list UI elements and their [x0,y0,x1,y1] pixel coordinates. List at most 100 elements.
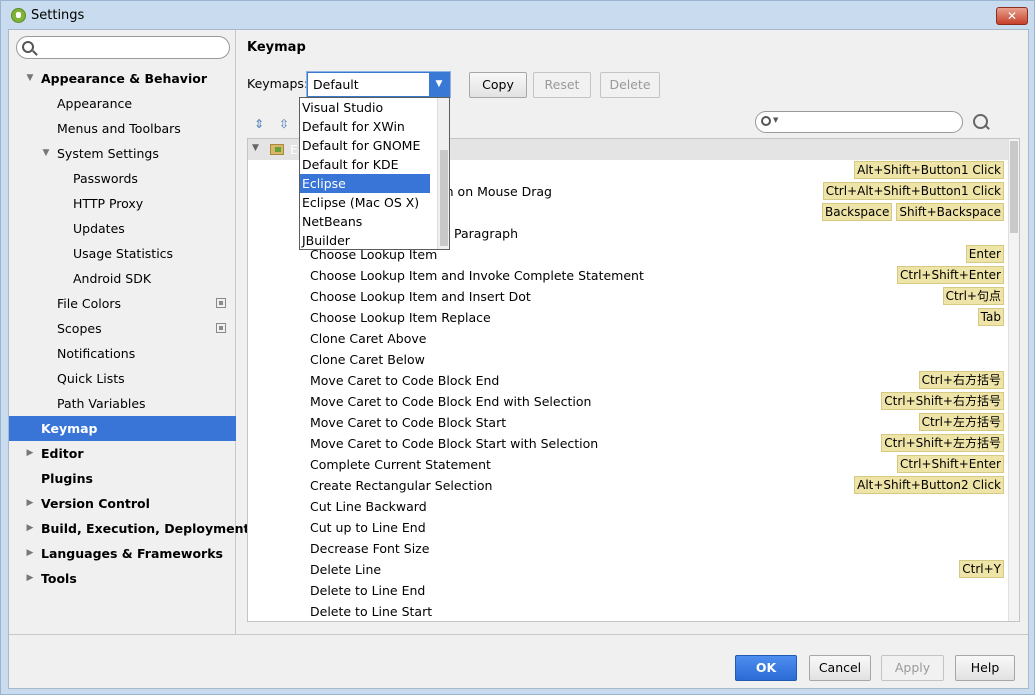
expand-all-icon[interactable]: ⇕ [251,116,267,132]
chevron-right-icon[interactable]: ▶ [24,491,36,516]
settings-search-input[interactable] [16,36,230,59]
shortcut-badge: Ctrl+Shift+左方括号 [881,434,1004,452]
reset-button[interactable]: Reset [533,72,591,98]
action-row[interactable]: Cut Line Backward [248,496,1008,517]
action-row[interactable]: Create Rectangular Selection Alt+Shift+Bu… [248,475,1008,496]
shortcut-badge: Ctrl+Shift+Enter [897,455,1004,473]
shortcut-badge: Ctrl+Y [959,560,1004,578]
action-row[interactable]: Cut up to Line End [248,517,1008,538]
action-row[interactable]: Move Caret to Code Block End with Select… [248,391,1008,412]
sidebar-item-file-colors[interactable]: File Colors [9,291,236,316]
project-scope-icon [216,298,226,308]
action-row[interactable]: Move Caret to Code Block End Ctrl+右方括号 [248,370,1008,391]
sidebar-item-plugins[interactable]: Plugins [9,466,236,491]
cancel-button[interactable]: Cancel [809,655,871,681]
chevron-down-icon[interactable]: ▼ [24,66,36,91]
shortcut-badge: Ctrl+右方括号 [918,371,1004,389]
chevron-right-icon[interactable]: ▶ [24,541,36,566]
action-filter-input[interactable]: ▼ [755,111,963,133]
sidebar-item-label: Path Variables [57,396,146,411]
dropdown-option-netbeans[interactable]: NetBeans [300,212,430,231]
sidebar-item-menus-and-toolbars[interactable]: Menus and Toolbars [9,116,236,141]
sidebar-item-build-execution-deployment[interactable]: ▶ Build, Execution, Deployment [9,516,250,541]
delete-button[interactable]: Delete [600,72,660,98]
sidebar-item-android-sdk[interactable]: Android SDK [9,266,236,291]
sidebar-item-scopes[interactable]: Scopes [9,316,236,341]
sidebar-item-label: File Colors [57,296,122,311]
action-row[interactable]: Complete Current Statement Ctrl+Shift+Ent… [248,454,1008,475]
chevron-down-icon[interactable]: ▼ [40,141,52,166]
sidebar-item-passwords[interactable]: Passwords [9,166,236,191]
window-title: Settings [31,8,85,23]
sidebar-item-quick-lists[interactable]: Quick Lists [9,366,236,391]
dropdown-option-default-for-xwin[interactable]: Default for XWin [300,117,430,136]
help-button[interactable]: Help [955,655,1015,681]
action-row[interactable]: Clone Caret Above [248,328,1008,349]
dropdown-option-default-for-gnome[interactable]: Default for GNOME [300,136,430,155]
shortcut-badge: Alt+Shift+Button2 Click [854,476,1004,494]
close-window-button[interactable]: ✕ [996,7,1028,25]
action-row[interactable]: Choose Lookup Item and Invoke Complete S… [248,265,1008,286]
action-name: Decrease Font Size [310,541,430,556]
sidebar-item-label: Build, Execution, Deployment [41,521,250,536]
keymap-dropdown-list[interactable]: Visual Studio Default for XWin Default for… [299,97,450,250]
shortcut-list: Ctrl+句点 [942,287,1004,305]
action-row[interactable]: Move Caret to Code Block Start Ctrl+左方括号 [248,412,1008,433]
dropdown-option-default-for-kde[interactable]: Default for KDE [300,155,430,174]
dropdown-option-eclipse-mac-os-x[interactable]: Eclipse (Mac OS X) [300,193,430,212]
apply-button[interactable]: Apply [881,655,944,681]
chevron-right-icon[interactable]: ▶ [24,566,36,591]
action-name: Move Caret to Code Block End [310,373,500,388]
action-row[interactable]: Clone Caret Below [248,349,1008,370]
action-row[interactable]: Decrease Font Size [248,538,1008,559]
dropdown-scrollbar[interactable] [437,98,449,249]
sidebar-item-editor[interactable]: ▶ Editor [9,441,236,466]
sidebar-item-version-control[interactable]: ▶ Version Control [9,491,236,516]
shortcut-badge: Alt+Shift+Button1 Click [854,161,1004,179]
settings-window: Settings ✕ ▼ Appearance & Behavior Appeara… [0,0,1035,695]
sidebar-item-appearance-behavior[interactable]: ▼ Appearance & Behavior [9,66,236,91]
chevron-down-icon[interactable]: ▼ [252,143,259,153]
keymap-select[interactable]: Default ▼ [307,72,450,97]
dropdown-scrollbar-thumb[interactable] [440,150,448,246]
collapse-all-icon[interactable]: ⇳ [276,116,292,132]
dropdown-option-jbuilder[interactable]: JBuilder [300,231,430,250]
dropdown-option-visual-studio[interactable]: Visual Studio [300,98,430,117]
action-row[interactable]: Delete Line Ctrl+Y [248,559,1008,580]
sidebar-item-updates[interactable]: Updates [9,216,236,241]
action-row[interactable]: Move Caret to Code Block Start with Sele… [248,433,1008,454]
sidebar-item-keymap[interactable]: Keymap [9,416,236,441]
scrollbar-thumb[interactable] [1010,141,1018,233]
action-name: Delete to Line End [310,583,426,598]
shortcut-list: Ctrl+Shift+右方括号 [881,392,1004,410]
chevron-right-icon[interactable]: ▶ [24,516,36,541]
sidebar-item-tools[interactable]: ▶ Tools [9,566,236,591]
action-row[interactable]: Delete to Line Start [248,601,1008,621]
chevron-right-icon[interactable]: ▶ [24,441,36,466]
ok-button[interactable]: OK [735,655,797,681]
sidebar-item-http-proxy[interactable]: HTTP Proxy [9,191,236,216]
chevron-down-icon[interactable]: ▼ [429,73,449,96]
sidebar-item-appearance[interactable]: Appearance [9,91,236,116]
sidebar-item-notifications[interactable]: Notifications [9,341,236,366]
find-by-shortcut-icon[interactable] [973,114,988,129]
sidebar-item-system-settings[interactable]: ▼ System Settings [9,141,236,166]
sidebar-item-label: HTTP Proxy [73,196,144,211]
title-bar: Settings ✕ [1,1,1034,29]
shortcut-list: Ctrl+Shift+Enter [897,455,1004,473]
sidebar-item-usage-statistics[interactable]: Usage Statistics [9,241,236,266]
dropdown-option-eclipse[interactable]: Eclipse [300,174,430,193]
action-row[interactable]: Choose Lookup Item and Insert Dot Ctrl+句点 [248,286,1008,307]
action-name: Move Caret to Code Block Start with Sele… [310,436,599,451]
action-name: Delete to Line Start [310,604,433,619]
shortcut-list: Ctrl+Y [959,560,1004,578]
dialog-content: ▼ Appearance & Behavior Appearance Menus an… [8,29,1029,689]
action-row[interactable]: Delete to Line End [248,580,1008,601]
action-row[interactable]: Choose Lookup Item Replace Tab [248,307,1008,328]
sidebar-item-label: Passwords [73,171,138,186]
action-name: Clone Caret Below [310,352,425,367]
vertical-scrollbar[interactable] [1008,139,1019,621]
copy-button[interactable]: Copy [469,72,527,98]
sidebar-item-path-variables[interactable]: Path Variables [9,391,236,416]
sidebar-item-languages-frameworks[interactable]: ▶ Languages & Frameworks [9,541,236,566]
